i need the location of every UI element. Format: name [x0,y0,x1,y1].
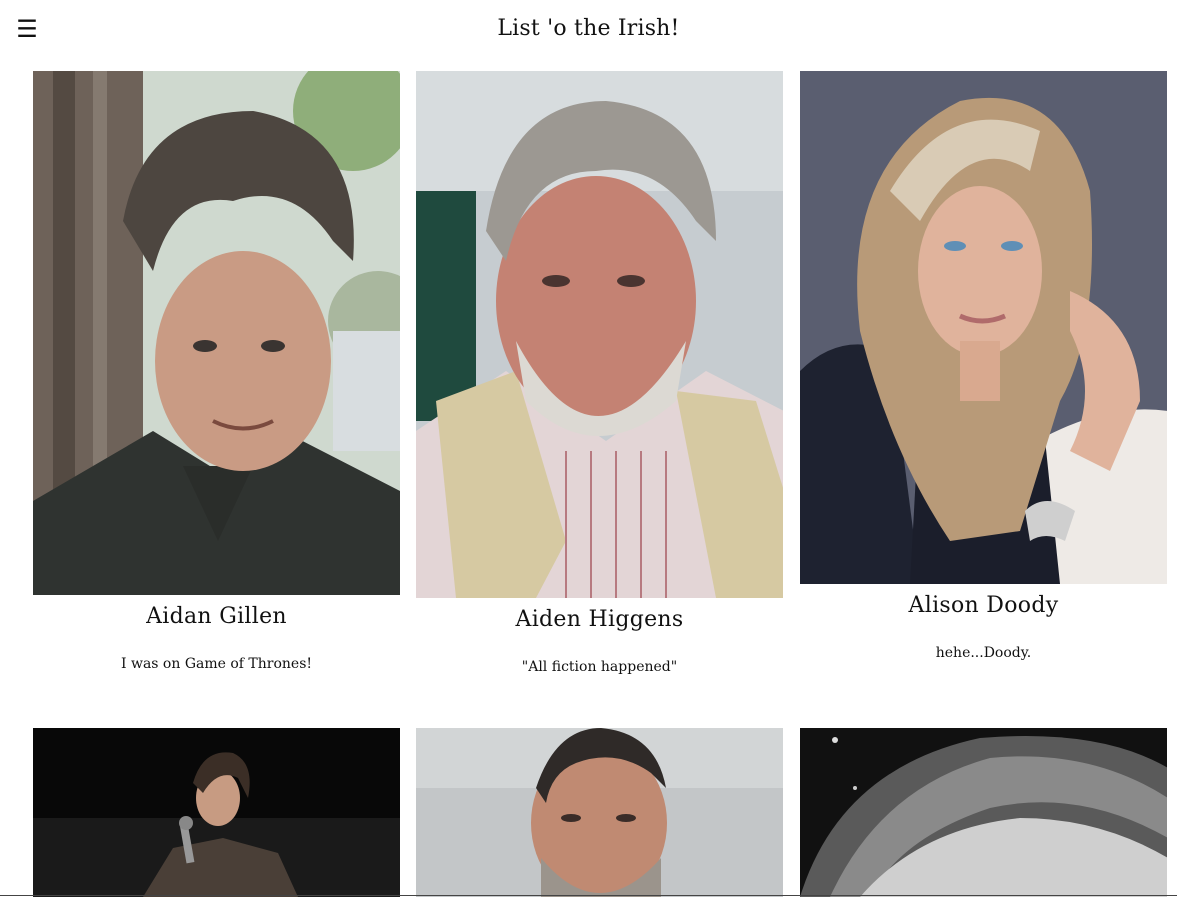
person-quote: hehe...Doody. [935,645,1032,661]
person-card[interactable] [416,728,783,897]
person-card[interactable]: Aiden Higgens "All fiction happened" [416,71,783,691]
person-quote: I was on Game of Thrones! [120,656,313,672]
person-photo [33,71,400,595]
person-card[interactable]: Alison Doody hehe...Doody. [800,71,1167,691]
person-photo [800,71,1167,584]
page-title: List 'o the Irish! [497,16,680,41]
person-photo [416,728,783,897]
person-card[interactable] [33,728,400,897]
person-name: Aidan Gillen [146,604,287,629]
person-photo [416,71,783,598]
person-quote: "All fiction happened" [521,659,678,675]
person-name: Aiden Higgens [515,607,684,632]
page-divider [0,895,1177,896]
person-card[interactable] [800,728,1167,897]
person-name: Alison Doody [908,593,1059,618]
person-photo [800,728,1167,897]
person-card[interactable]: Aidan Gillen I was on Game of Thrones! [33,71,400,691]
person-photo [33,728,400,897]
top-bar: ☰ List 'o the Irish! [0,0,1177,64]
